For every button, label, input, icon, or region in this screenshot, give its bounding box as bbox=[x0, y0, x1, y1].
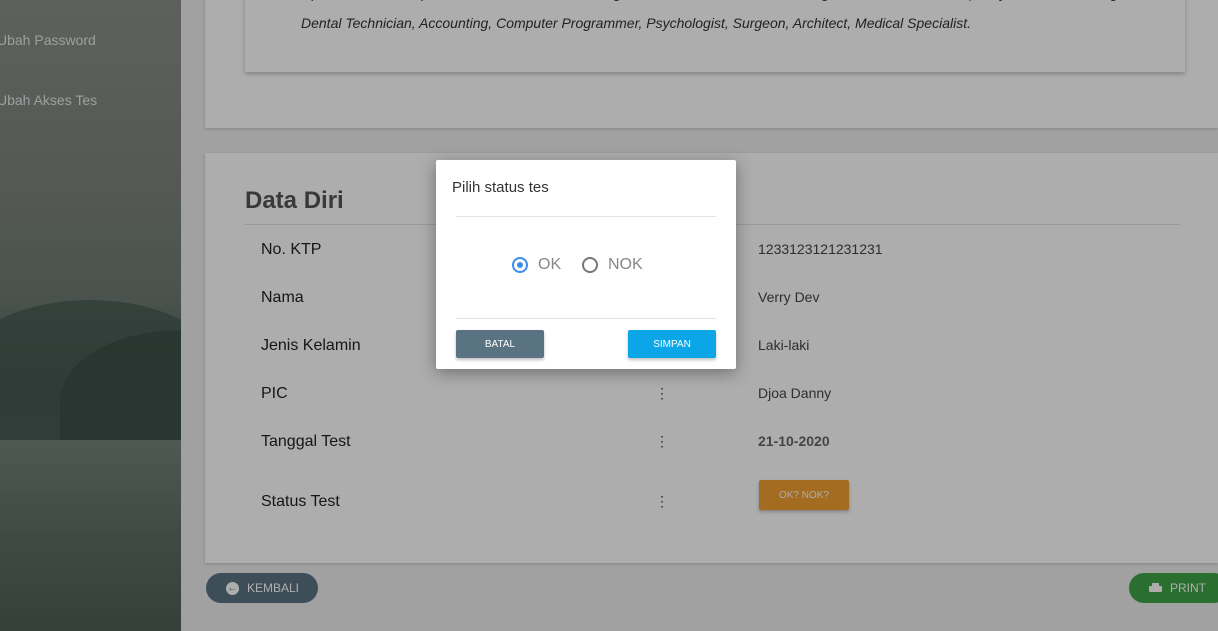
radio-unchecked-icon[interactable] bbox=[582, 257, 598, 273]
radio-checked-icon[interactable] bbox=[512, 257, 528, 273]
radio-ok[interactable]: OK bbox=[512, 256, 561, 274]
cancel-button[interactable]: BATAL bbox=[456, 330, 544, 358]
dialog-divider bbox=[456, 216, 716, 217]
radio-nok-label: NOK bbox=[608, 256, 643, 273]
dialog-title: Pilih status tes bbox=[452, 179, 549, 196]
save-button[interactable]: SIMPAN bbox=[628, 330, 716, 358]
radio-nok[interactable]: NOK bbox=[582, 256, 643, 274]
radio-ok-label: OK bbox=[538, 256, 562, 273]
status-test-dialog: Pilih status tes OK NOK BATAL SIMPAN bbox=[436, 160, 736, 369]
dialog-divider bbox=[456, 318, 716, 319]
